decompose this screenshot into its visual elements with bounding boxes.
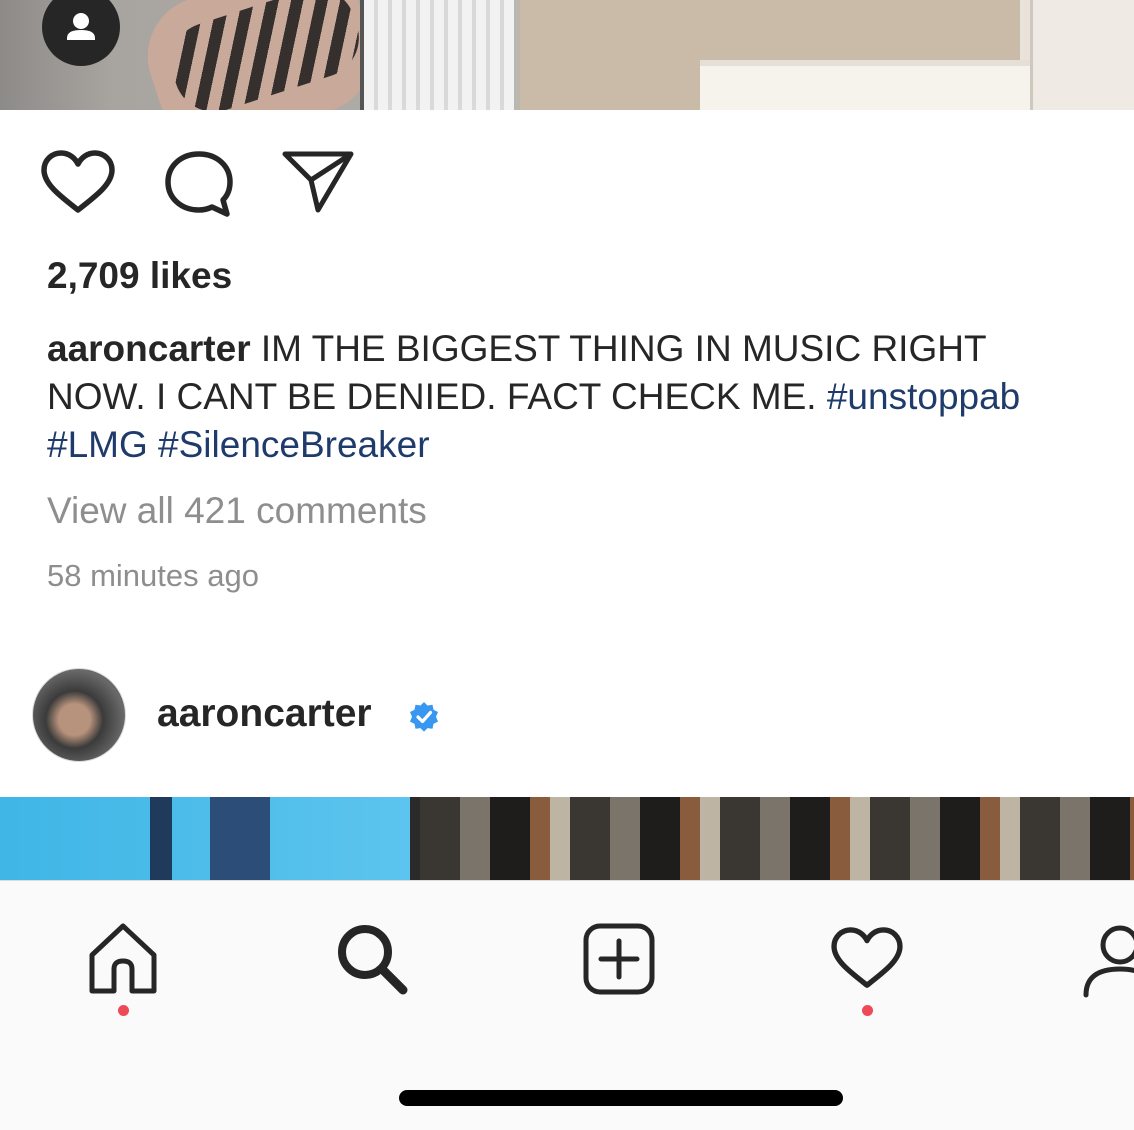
photo-shorts <box>360 0 514 110</box>
tab-activity[interactable] <box>830 927 904 996</box>
profile-icon <box>1083 925 1134 998</box>
search-icon <box>338 925 408 995</box>
user-tags-button[interactable] <box>42 0 120 66</box>
caption-username[interactable]: aaroncarter <box>47 328 251 369</box>
hashtag-silencebreaker[interactable]: #SilenceBreaker <box>158 424 429 465</box>
share-icon <box>282 151 354 213</box>
tab-search[interactable] <box>334 921 410 1002</box>
post-image-next[interactable] <box>0 797 1134 880</box>
post-timestamp: 58 minutes ago <box>47 558 259 593</box>
post-caption: aaroncarter IM THE BIGGEST THING IN MUSI… <box>47 325 1134 469</box>
verified-badge-icon <box>408 701 440 738</box>
tab-new-post[interactable] <box>583 923 655 1000</box>
home-icon <box>89 923 157 994</box>
home-indicator[interactable] <box>399 1090 843 1106</box>
hashtag-lmg[interactable]: #LMG <box>47 424 148 465</box>
person-icon <box>67 13 95 40</box>
share-button[interactable] <box>281 150 355 214</box>
photo-baseboard <box>700 60 1030 110</box>
photo-door <box>1030 0 1134 110</box>
caption-text-2: NOW. I CANT BE DENIED. FACT CHECK ME. <box>47 376 827 417</box>
caption-text-1: IM THE BIGGEST THING IN MUSIC RIGHT <box>250 328 987 369</box>
likes-count[interactable]: 2,709 likes <box>47 255 232 297</box>
tab-home[interactable] <box>86 921 160 1000</box>
caption-line-2: NOW. I CANT BE DENIED. FACT CHECK ME. #u… <box>47 373 1134 421</box>
photo-building <box>210 797 270 880</box>
view-all-comments-link[interactable]: View all 421 comments <box>47 490 427 532</box>
comment-button[interactable] <box>163 150 235 218</box>
heart-icon <box>41 150 115 213</box>
post-username[interactable]: aaroncarter <box>157 692 372 736</box>
like-button[interactable] <box>40 150 116 216</box>
home-notification-dot <box>118 1005 129 1016</box>
photo-sky <box>0 797 410 880</box>
activity-heart-icon <box>831 927 903 988</box>
add-post-icon <box>583 923 655 995</box>
photo-city <box>420 797 1134 880</box>
hashtag-unstoppable[interactable]: #unstoppab <box>827 376 1020 417</box>
avatar[interactable] <box>32 668 126 762</box>
comment-icon <box>165 151 233 217</box>
caption-line-3: #LMG #SilenceBreaker <box>47 421 1134 469</box>
post-image-top[interactable] <box>0 0 1134 110</box>
caption-line-1: aaroncarter IM THE BIGGEST THING IN MUSI… <box>47 325 1134 373</box>
tab-profile[interactable] <box>1080 923 1134 1003</box>
activity-notification-dot <box>862 1005 873 1016</box>
photo-pole <box>150 797 172 880</box>
